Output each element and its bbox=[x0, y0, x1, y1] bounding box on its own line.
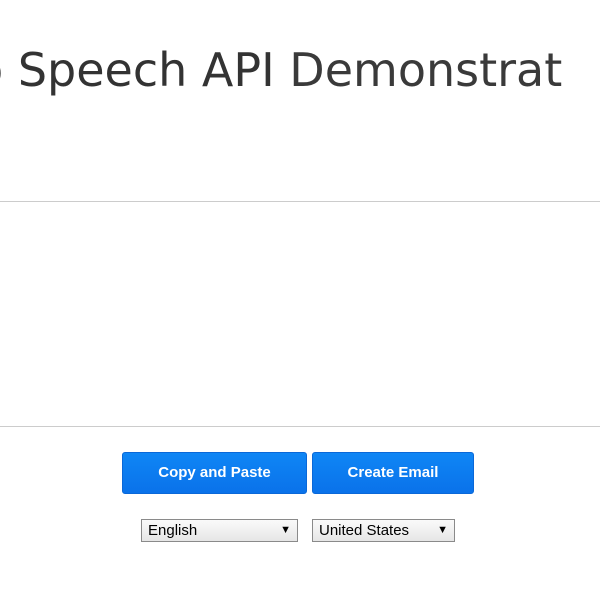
chevron-down-icon: ▼ bbox=[280, 524, 291, 536]
page-header: b Speech API Demonstrat bbox=[0, 38, 600, 108]
dialect-select-value: United States bbox=[319, 522, 410, 539]
language-select-value: English bbox=[148, 522, 198, 539]
copy-and-paste-button[interactable]: Copy and Paste bbox=[122, 452, 307, 494]
page-title: b Speech API Demonstrat bbox=[0, 38, 562, 102]
page-title-light: Demonstrat bbox=[274, 43, 563, 97]
chevron-down-icon: ▼ bbox=[437, 524, 448, 536]
dialect-select[interactable]: United States ▼ bbox=[312, 519, 455, 542]
page-title-bold: b Speech API bbox=[0, 43, 275, 97]
create-email-button[interactable]: Create Email bbox=[312, 452, 474, 494]
language-select[interactable]: English ▼ bbox=[141, 519, 298, 542]
transcript-area[interactable] bbox=[0, 201, 600, 427]
